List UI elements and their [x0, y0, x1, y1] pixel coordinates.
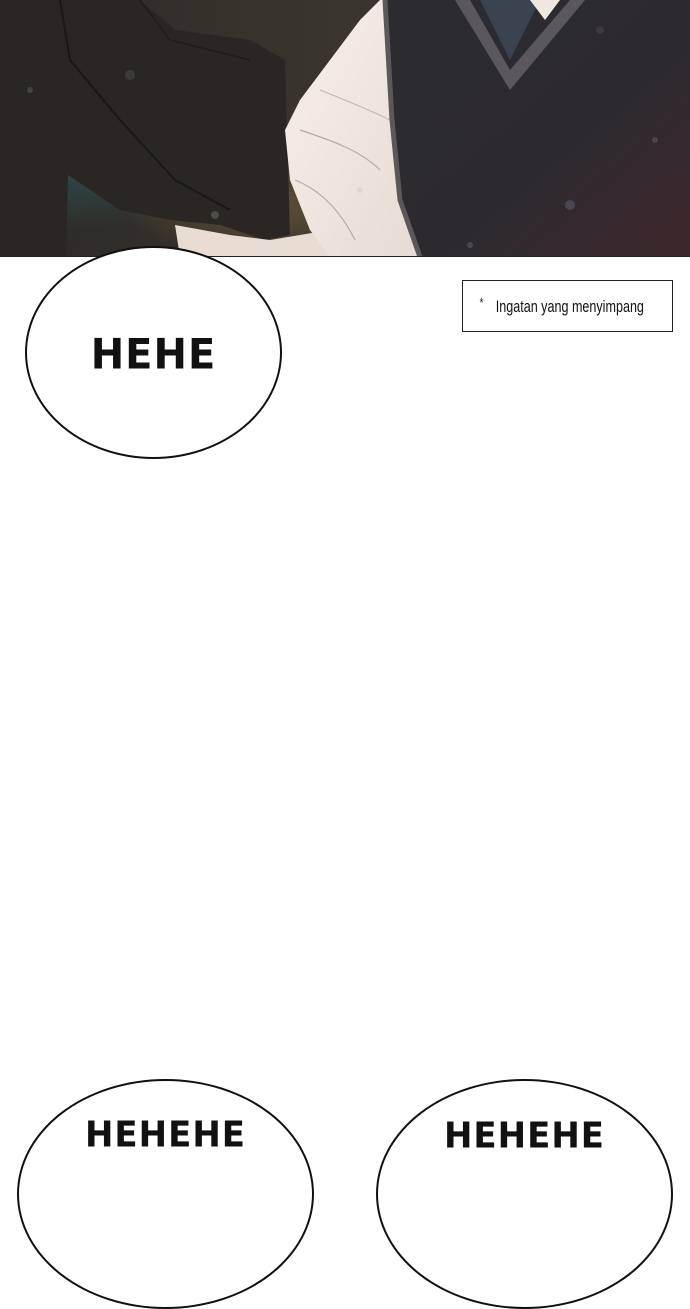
- speech-bubble-hehe: HEHE: [25, 246, 282, 459]
- speech-bubble-hehehe-right: HEHEHE: [376, 1079, 673, 1309]
- comic-panel-illustration: [0, 0, 690, 257]
- translator-note: * Ingatan yang menyimpang: [462, 280, 673, 332]
- speech-bubble-text: HEHEHE: [84, 1114, 247, 1156]
- note-asterisk: *: [479, 295, 484, 310]
- speech-bubble-hehehe-left: HEHEHE: [17, 1079, 314, 1309]
- uniform-illustration-icon: [0, 0, 690, 256]
- note-text: Ingatan yang menyimpang: [495, 297, 644, 316]
- speech-bubble-text: HEHEHE: [443, 1115, 606, 1157]
- speech-bubble-text: HEHE: [90, 330, 217, 379]
